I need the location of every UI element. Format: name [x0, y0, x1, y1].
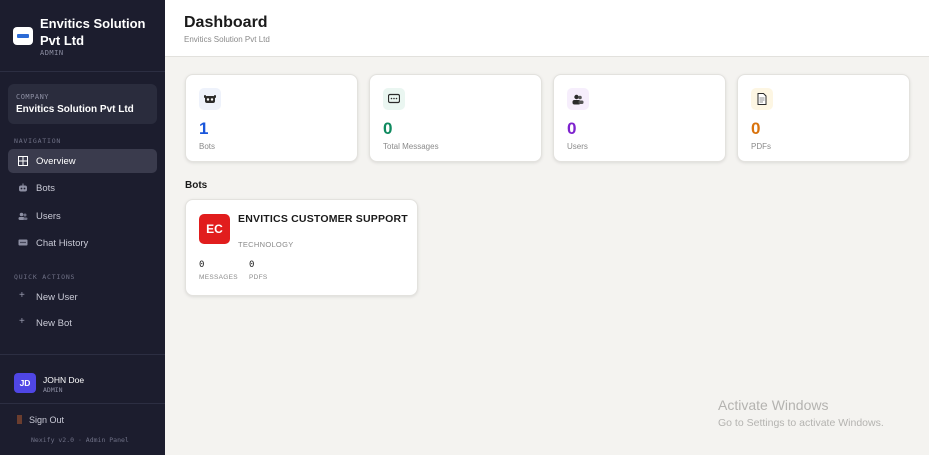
bot-name: ENVITICS CUSTOMER SUPPORT [238, 213, 408, 225]
sign-out-button[interactable]: Sign Out [17, 415, 64, 425]
quick-actions-label: QUICK ACTIONS [14, 273, 76, 281]
stat-value: 0 [567, 119, 577, 138]
brand-logo-icon [13, 27, 33, 45]
user-role: ADMIN [43, 386, 63, 394]
new-user-button[interactable]: + New User [8, 288, 157, 308]
stat-label: Users [567, 142, 588, 151]
stat-card-total-messages: 0 Total Messages [369, 74, 542, 162]
new-bot-button[interactable]: + New Bot [8, 314, 157, 334]
stat-value: 1 [199, 119, 209, 138]
bot-avatar: EC [199, 214, 230, 244]
divider [0, 403, 165, 404]
stat-label: Bots [199, 142, 216, 151]
sidebar-item-overview[interactable]: Overview [8, 149, 157, 173]
bot-pdfs-count: 0 [249, 260, 255, 270]
grid-icon [18, 156, 28, 166]
bot-category: TECHNOLOGY [238, 240, 294, 249]
sidebar-item-label: Users [36, 211, 61, 222]
bot-messages-count: 0 [199, 260, 205, 270]
stat-label: Total Messages [383, 142, 439, 151]
brand-role: ADMIN [40, 49, 64, 57]
activate-windows-title: Activate Windows [718, 397, 829, 413]
sidebar-item-chat-history[interactable]: Chat History [8, 231, 157, 255]
users-icon [567, 88, 589, 110]
company-name: Envitics Solution Pvt Ltd [16, 104, 134, 115]
bots-section-title: Bots [185, 180, 208, 191]
company-box: COMPANY Envitics Solution Pvt Ltd [8, 84, 157, 124]
sign-out-label: Sign Out [29, 415, 65, 425]
nav-section-label: NAVIGATION [14, 137, 62, 145]
plus-icon: + [19, 290, 25, 301]
stat-card-bots: 1 Bots [185, 74, 358, 162]
bot-messages-label: MESSAGES [199, 274, 238, 281]
chat-icon [383, 88, 405, 110]
company-label: COMPANY [16, 93, 50, 101]
page-title: Dashboard [184, 14, 268, 31]
bot-icon [18, 183, 28, 193]
avatar[interactable]: JD [14, 373, 36, 393]
bot-pdfs-label: PDFS [249, 274, 268, 281]
brand-name: Envitics Solution Pvt Ltd [40, 16, 146, 48]
stat-value: 0 [383, 119, 393, 138]
door-icon [17, 415, 22, 424]
sidebar-item-label: Chat History [36, 238, 89, 249]
bot-icon [199, 88, 221, 110]
users-icon [18, 211, 28, 221]
sidebar: Envitics Solution Pvt Ltd ADMIN COMPANY … [0, 0, 165, 455]
quick-action-label: New Bot [36, 318, 72, 329]
brand-header: Envitics Solution Pvt Ltd ADMIN [0, 0, 165, 72]
stat-card-users: 0 Users [553, 74, 726, 162]
stat-card-pdfs: 0 PDFs [737, 74, 910, 162]
sidebar-item-users[interactable]: Users [8, 204, 157, 228]
page-subtitle: Envitics Solution Pvt Ltd [184, 35, 270, 44]
sidebar-item-label: Overview [36, 156, 76, 167]
user-name: JOHN Doe [43, 375, 85, 385]
stat-value: 0 [751, 119, 761, 138]
quick-action-label: New User [36, 292, 78, 303]
sidebar-item-bots[interactable]: Bots [8, 176, 157, 200]
activate-windows-subtitle: Go to Settings to activate Windows. [718, 417, 884, 429]
stat-label: PDFs [751, 142, 771, 151]
page-header: Dashboard Envitics Solution Pvt Ltd [165, 0, 929, 57]
document-icon [751, 88, 773, 110]
bot-card[interactable]: EC ENVITICS CUSTOMER SUPPORT TECHNOLOGY … [185, 199, 418, 296]
plus-icon: + [19, 316, 25, 327]
footer-version: Nexify v2.0 · Admin Panel [31, 436, 129, 444]
divider [0, 354, 165, 355]
sidebar-item-label: Bots [36, 183, 56, 194]
chat-icon [18, 238, 28, 248]
